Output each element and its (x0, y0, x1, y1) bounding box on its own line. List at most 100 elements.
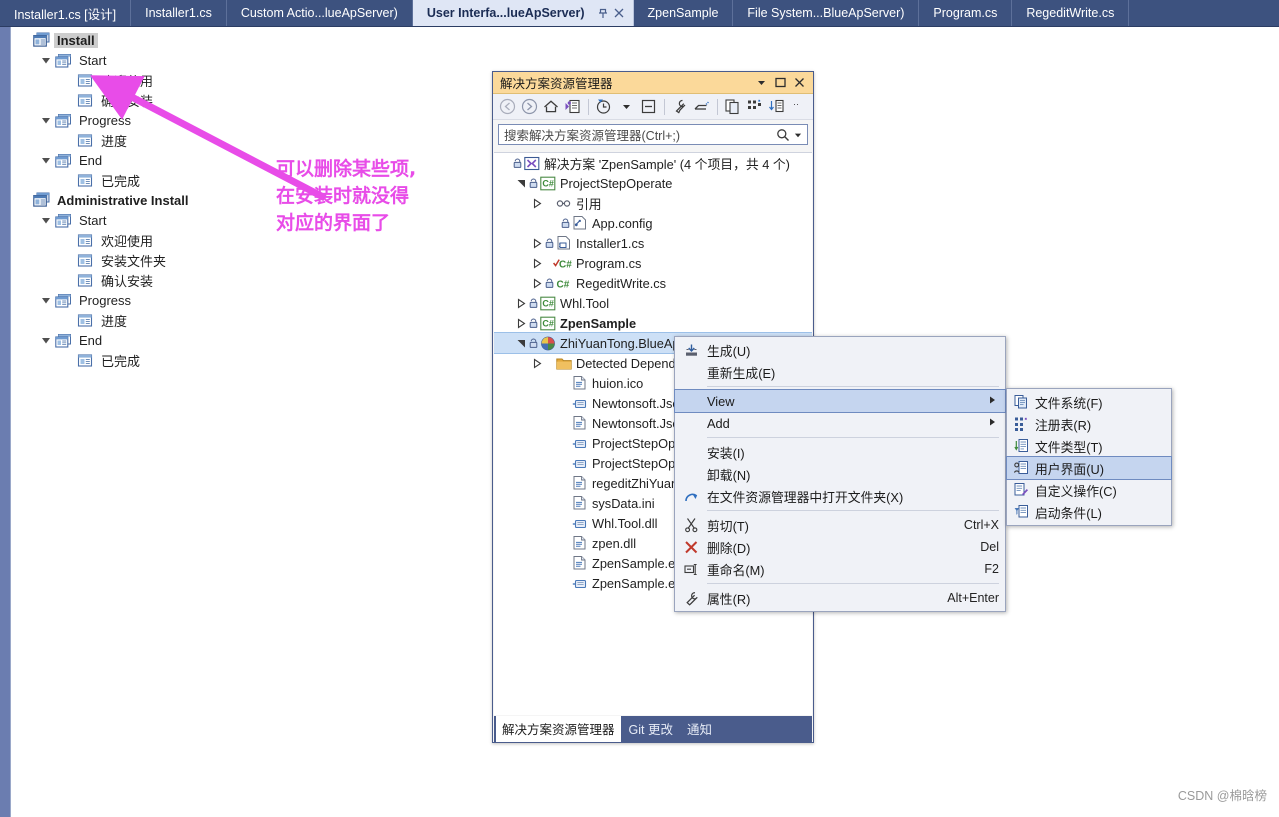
chevron-down-icon[interactable] (38, 332, 54, 348)
document-tab[interactable]: RegeditWrite.cs (1012, 0, 1130, 26)
expander-expanded-icon[interactable] (514, 336, 528, 350)
context-menu-item[interactable]: 在文件资源管理器中打开文件夹(X) (675, 485, 1005, 507)
back-icon[interactable] (497, 96, 517, 117)
solution-tree-row[interactable]: Installer1.cs (494, 233, 812, 253)
search-input[interactable]: 搜索解决方案资源管理器(Ctrl+;) (498, 124, 808, 145)
solution-explorer-bottom-tab[interactable]: 解决方案资源管理器 (496, 716, 621, 742)
solution-tree-row[interactable]: C# RegeditWrite.cs (494, 273, 812, 293)
solution-tree-label: ZpenSample (560, 315, 637, 331)
solution-tree-row[interactable]: C# Whl.Tool (494, 293, 812, 313)
context-menu-item[interactable]: Add (675, 412, 1005, 434)
expander-collapsed-icon[interactable] (514, 316, 528, 330)
designer-tree-node[interactable]: Start (38, 50, 109, 70)
document-tab[interactable]: Custom Actio...lueApServer) (227, 0, 413, 26)
view-class-diagram-icon[interactable] (745, 96, 765, 117)
solution-tree-row[interactable]: C# Program.cs (494, 253, 812, 273)
view-submenu-item[interactable]: 用户界面(U) (1006, 456, 1172, 480)
designer-tree-node[interactable]: End (38, 330, 105, 350)
expander-collapsed-icon[interactable] (514, 296, 528, 310)
pin-icon[interactable] (595, 5, 611, 21)
designer-tree-node[interactable]: 安装文件夹 (60, 250, 169, 270)
search-icon[interactable] (776, 128, 790, 142)
designer-tree-node[interactable]: 确认安装 (60, 90, 156, 110)
chevron-down-icon[interactable] (38, 152, 54, 168)
designer-node-label: Start (79, 212, 107, 228)
designer-tree-node[interactable]: 已完成 (60, 350, 143, 370)
designer-tree-node[interactable]: Administrative Install (16, 190, 191, 210)
solution-tree-row[interactable]: C# ProjectStepOperate (494, 173, 812, 193)
delete-x-icon (684, 540, 699, 555)
document-tab[interactable]: User Interfa...lueApServer) (412, 0, 634, 26)
context-menu-item[interactable]: 属性(R) Alt+Enter (675, 587, 1005, 609)
home-icon[interactable] (541, 96, 561, 117)
solution-tree-row[interactable]: 解决方案 'ZpenSample' (4 个项目，共 4 个) (494, 153, 812, 173)
preview-selected-items-icon[interactable] (692, 96, 712, 117)
view-submenu-item[interactable]: 文件类型(T) (1007, 435, 1171, 457)
solution-explorer-bottom-tab[interactable]: 通知 (681, 716, 718, 742)
solution-tree-row[interactable]: 引用 (494, 193, 812, 213)
document-tab[interactable]: Installer1.cs [设计] (0, 0, 132, 26)
context-menu-item[interactable]: 删除(D) Del (675, 536, 1005, 558)
designer-tree-node[interactable]: Progress (38, 110, 134, 130)
chevron-down-icon[interactable] (38, 212, 54, 228)
overflow-icon[interactable]: ·· (789, 96, 809, 117)
properties-icon[interactable] (670, 96, 690, 117)
context-menu-item[interactable]: 安装(I) (675, 441, 1005, 463)
solution-tree-row[interactable]: App.config (494, 213, 812, 233)
context-menu-item[interactable]: 生成(U) (675, 339, 1005, 361)
view-submenu-item[interactable]: 注册表(R) (1007, 413, 1171, 435)
designer-tree-node[interactable]: 欢迎使用 (60, 70, 156, 90)
expander-collapsed-icon[interactable] (530, 196, 544, 210)
expander-collapsed-icon[interactable] (530, 276, 544, 290)
sync-with-active-document-icon[interactable] (563, 96, 583, 117)
solution-tree-row[interactable]: C# ZpenSample (494, 313, 812, 333)
designer-tree-node[interactable]: Start (38, 210, 109, 230)
context-menu-item[interactable]: 重新生成(E) (675, 361, 1005, 383)
document-tab[interactable]: File System...BlueApServer) (733, 0, 920, 26)
context-menu-item-label: 安装(I) (707, 445, 745, 461)
solution-explorer-bottom-tab[interactable]: Git 更改 (623, 716, 679, 742)
designer-tree-node[interactable]: 进度 (60, 130, 130, 150)
chevron-down-icon[interactable] (38, 112, 54, 128)
collapse-all-icon[interactable] (639, 96, 659, 117)
expander-collapsed-icon[interactable] (530, 236, 544, 250)
show-code-icon[interactable] (767, 96, 787, 117)
expander-expanded-icon[interactable] (514, 176, 528, 190)
close-icon[interactable] (790, 74, 809, 92)
view-submenu-item[interactable]: 自定义操作(C) (1007, 479, 1171, 501)
designer-tree-node[interactable]: Progress (38, 290, 134, 310)
document-tab[interactable]: ZpenSample (634, 0, 734, 26)
context-menu-item[interactable]: 卸载(N) (675, 463, 1005, 485)
chevron-down-icon[interactable] (38, 52, 54, 68)
expander-collapsed-icon[interactable] (530, 356, 544, 370)
context-menu-item[interactable]: 剪切(T) Ctrl+X (675, 514, 1005, 536)
close-icon[interactable] (611, 5, 627, 21)
pending-changes-filter-icon[interactable] (594, 96, 614, 117)
search-dropdown-icon[interactable] (790, 131, 804, 139)
launch-conditions-icon (1014, 504, 1029, 520)
chevron-down-icon[interactable] (752, 74, 771, 92)
designer-tree-node[interactable]: Install (16, 30, 98, 50)
designer-tree-node[interactable]: 欢迎使用 (60, 230, 156, 250)
references-icon (556, 196, 572, 211)
context-menu-item[interactable]: 重命名(M) F2 (675, 558, 1005, 580)
forward-icon[interactable] (519, 96, 539, 117)
maximize-icon[interactable] (771, 74, 790, 92)
filter-dropdown-icon[interactable] (616, 96, 636, 117)
designer-tree-node[interactable]: 进度 (60, 310, 130, 330)
chevron-down-icon[interactable] (38, 292, 54, 308)
view-submenu-item[interactable]: 启动条件(L) (1007, 501, 1171, 523)
designer-tree-node[interactable]: End (38, 150, 105, 170)
designer-tree-node[interactable]: 已完成 (60, 170, 143, 190)
designer-tree-node[interactable]: 确认安装 (60, 270, 156, 290)
document-tab[interactable]: Program.cs (919, 0, 1013, 26)
expander-collapsed-icon[interactable] (530, 256, 544, 270)
dialog-icon (77, 273, 93, 288)
context-menu-item[interactable]: View (674, 389, 1006, 413)
show-all-files-icon[interactable] (723, 96, 743, 117)
view-submenu-item[interactable]: 文件系统(F) (1007, 391, 1171, 413)
document-tab[interactable]: Installer1.cs (131, 0, 227, 26)
